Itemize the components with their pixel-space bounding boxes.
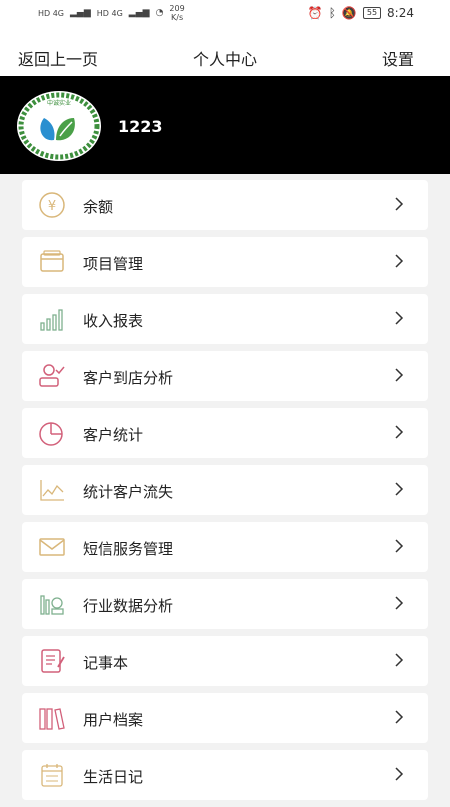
status-right: ⏰ ᛒ 🔕 55 8:24 [308, 6, 414, 20]
logo-icon: 中诚实业 [17, 91, 101, 161]
chevron-right-icon [395, 596, 404, 610]
status-bar: HD 4G ▂▄▆ HD 4G ▂▄▆ ◔ 209 K/s ⏰ ᛒ 🔕 55 8… [0, 0, 450, 30]
menu-item-industry-data-analysis[interactable]: 行业数据分析 [22, 579, 428, 629]
wallet-icon [40, 250, 64, 272]
envelope-icon [39, 538, 65, 556]
line-chart-icon [40, 480, 64, 501]
network-speed: 209 K/s [169, 4, 184, 22]
chevron-right-icon [395, 311, 404, 325]
chevron-right-icon [395, 254, 404, 268]
status-left: HD 4G ▂▄▆ HD 4G ▂▄▆ ◔ 209 K/s [38, 4, 185, 22]
settings-button[interactable]: 设置 [382, 46, 414, 70]
menu-item-label: 余额 [83, 198, 114, 216]
menu-item-user-files[interactable]: 用户档案 [22, 693, 428, 743]
menu-item-project-management[interactable]: 项目管理 [22, 237, 428, 287]
network-indicator-1: HD 4G [38, 8, 65, 18]
menu-item-customer-visit-analysis[interactable]: 客户到店分析 [22, 351, 428, 401]
chevron-right-icon [395, 767, 404, 781]
menu-item-label: 生活日记 [83, 768, 144, 786]
bar-chart-icon [40, 309, 63, 331]
svg-text:¥: ¥ [48, 199, 56, 214]
alarm-icon: ⏰ [307, 6, 323, 20]
menu-item-balance[interactable]: ¥ 余额 [22, 180, 428, 230]
chevron-right-icon [395, 482, 404, 496]
menu-item-label: 收入报表 [83, 312, 144, 330]
chevron-right-icon [395, 368, 404, 382]
menu-item-income-report[interactable]: 收入报表 [22, 294, 428, 344]
menu-item-label: 短信服务管理 [83, 540, 174, 558]
avatar[interactable]: 中诚实业 [16, 90, 102, 162]
mute-icon: 🔕 [341, 6, 357, 20]
clock: 8:24 [387, 6, 414, 20]
data-analysis-icon [40, 595, 64, 615]
chevron-right-icon [395, 425, 404, 439]
menu-list: ¥ 余额 项目管理 收入报表 客户到店分析 客户统计 统计客户流失 短信服务管理… [22, 180, 428, 807]
battery-indicator: 55 [362, 7, 382, 19]
chevron-right-icon [395, 197, 404, 211]
signal-icon-2: ▂▄▆ [128, 8, 150, 18]
menu-item-customer-churn[interactable]: 统计客户流失 [22, 465, 428, 515]
menu-item-label: 用户档案 [83, 711, 144, 729]
username: 1223 [118, 117, 163, 136]
network-indicator-2: HD 4G [96, 8, 123, 18]
menu-item-label: 记事本 [83, 654, 129, 672]
menu-item-notebook[interactable]: 记事本 [22, 636, 428, 686]
profile-header: 中诚实业 1223 [0, 76, 450, 174]
customer-check-icon [39, 364, 65, 387]
menu-item-label: 客户统计 [83, 426, 144, 444]
menu-item-label: 统计客户流失 [83, 483, 174, 501]
chevron-right-icon [395, 653, 404, 667]
menu-item-life-diary[interactable]: 生活日记 [22, 750, 428, 800]
calendar-icon [41, 764, 63, 787]
avatar-text: 中诚实业 [47, 99, 71, 107]
menu-item-customer-statistics[interactable]: 客户统计 [22, 408, 428, 458]
bluetooth-icon: ᛒ [328, 6, 336, 20]
file-archive-icon [39, 708, 65, 730]
network-speed-value: 209 [169, 4, 185, 13]
menu-item-label: 行业数据分析 [83, 597, 174, 615]
top-navigation-bar: 返回上一页 个人中心 设置 [0, 30, 450, 76]
pie-chart-icon [39, 422, 63, 446]
menu-item-label: 项目管理 [83, 255, 144, 273]
yen-coin-icon: ¥ [39, 192, 65, 218]
notebook-icon [41, 649, 65, 673]
network-speed-unit: K/s [171, 13, 184, 22]
menu-item-label: 客户到店分析 [83, 369, 174, 387]
chevron-right-icon [395, 539, 404, 553]
chevron-right-icon [395, 710, 404, 724]
wifi-icon: ◔ [155, 8, 164, 18]
signal-icon: ▂▄▆ [70, 8, 91, 18]
menu-item-sms-service[interactable]: 短信服务管理 [22, 522, 428, 572]
